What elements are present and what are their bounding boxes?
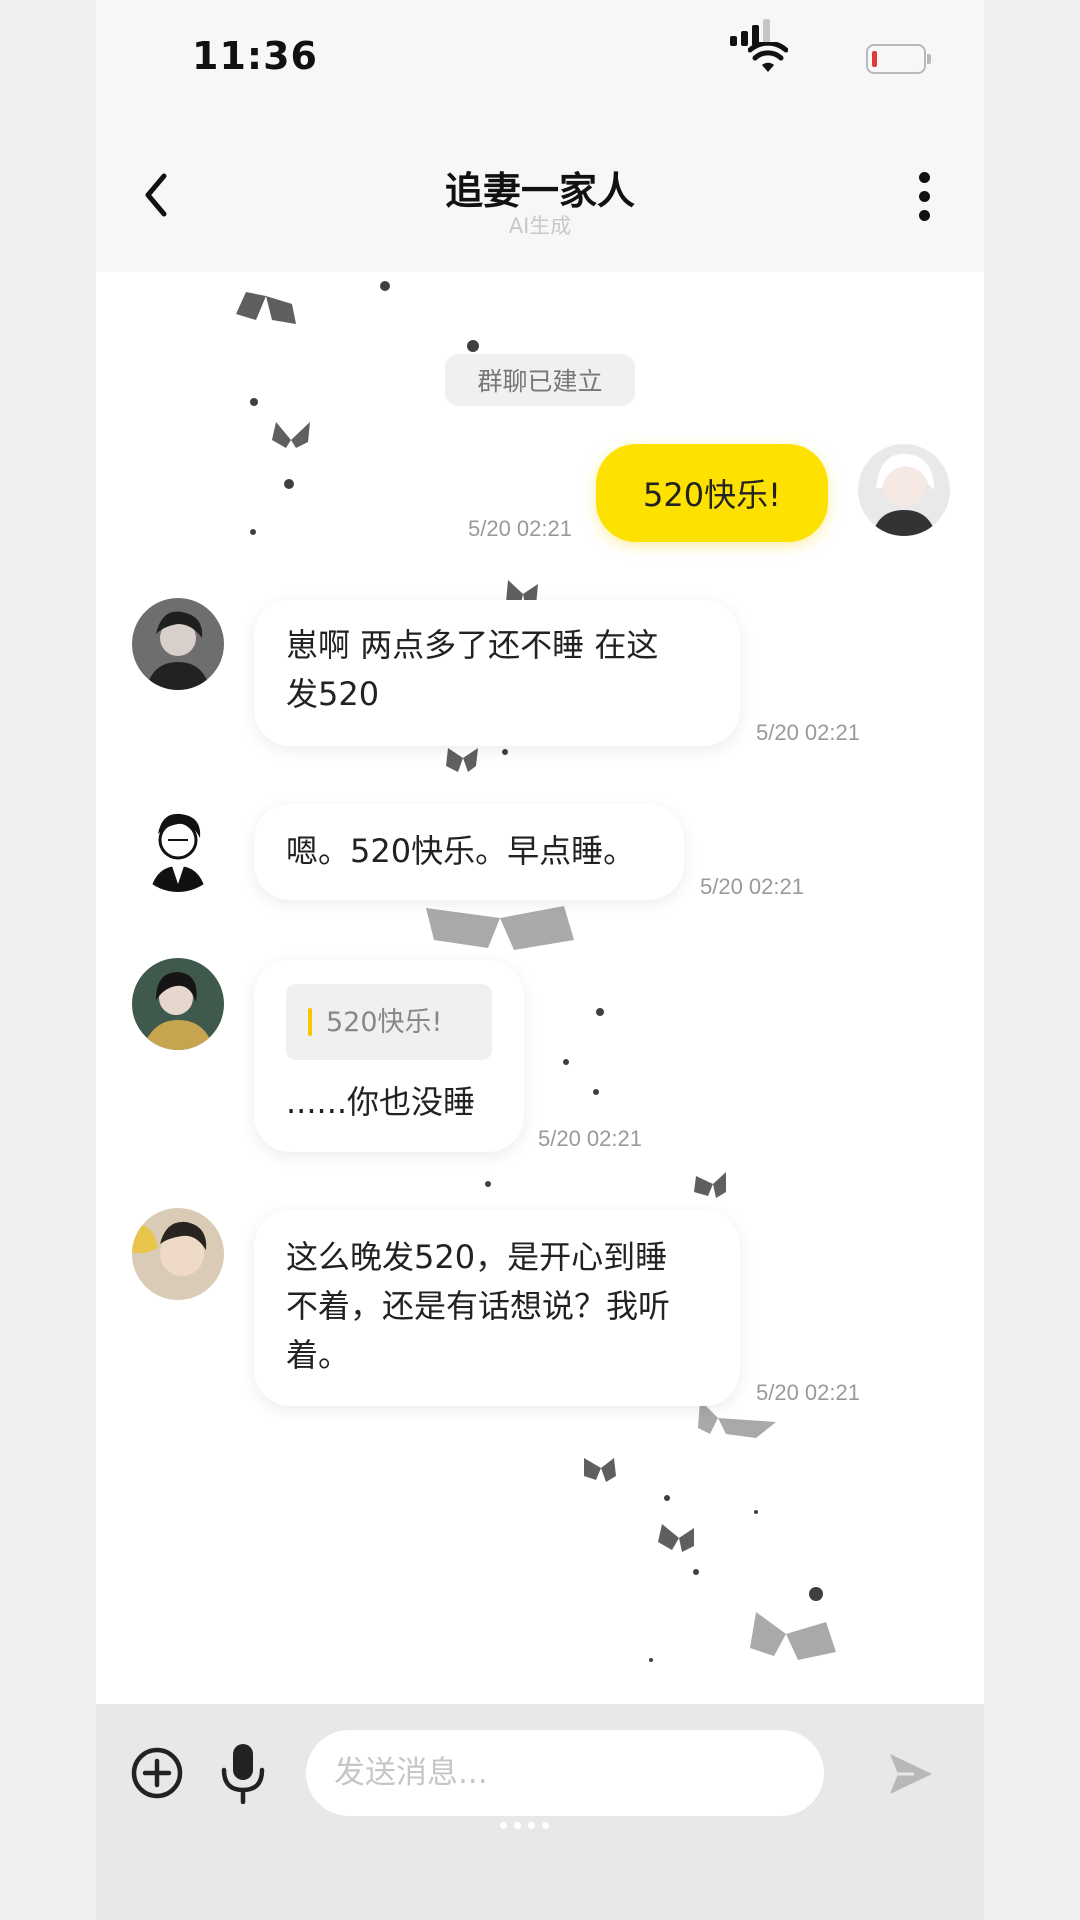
message-text: 嗯。520快乐。早点睡。 — [286, 832, 636, 870]
message-timestamp: 5/20 02:21 — [468, 516, 572, 541]
message-bubble[interactable]: 520快乐! ......你也没睡 — [254, 960, 524, 1152]
message-timestamp: 5/20 02:21 — [700, 874, 804, 899]
chat-subtitle: AI生成 — [508, 214, 572, 238]
status-time: 11:36 — [192, 34, 318, 78]
avatar[interactable] — [132, 598, 224, 690]
system-notice: 群聊已建立 — [445, 354, 635, 406]
message-timestamp: 5/20 02:21 — [756, 1380, 860, 1405]
mic-icon[interactable] — [218, 1742, 268, 1804]
chat-area[interactable]: 群聊已建立 520快乐! 5/20 02:21 崽啊 两点多了还不睡 在这 发5… — [96, 272, 984, 1704]
chat-title: 追妻一家人 — [444, 169, 635, 213]
message-text: 520快乐! — [643, 476, 781, 514]
home-indicator — [500, 1814, 556, 1833]
more-icon[interactable] — [912, 172, 936, 222]
message-text-line: 崽啊 两点多了还不睡 在这 — [286, 626, 659, 664]
message-bubble[interactable]: 嗯。520快乐。早点睡。 — [254, 804, 684, 900]
message-text-line: 着。 — [286, 1336, 351, 1374]
avatar[interactable] — [858, 444, 950, 536]
quoted-text: 520快乐! — [326, 1006, 443, 1038]
message-bubble[interactable]: 崽啊 两点多了还不睡 在这 发520 — [254, 600, 740, 746]
message-text-line: 发520 — [286, 675, 380, 713]
avatar[interactable] — [132, 958, 224, 1050]
message-input[interactable] — [306, 1730, 824, 1816]
battery-icon — [866, 44, 931, 74]
avatar[interactable] — [132, 800, 224, 892]
message-text-line: 这么晚发520，是开心到睡 — [286, 1238, 668, 1276]
add-icon[interactable] — [130, 1746, 184, 1800]
message-bubble-self[interactable]: 520快乐! — [596, 444, 828, 542]
message-bubble[interactable]: 这么晚发520，是开心到睡 不着，还是有话想说？我听 着。 — [254, 1210, 740, 1406]
avatar[interactable] — [132, 1208, 224, 1300]
send-icon[interactable] — [886, 1750, 934, 1798]
message-timestamp: 5/20 02:21 — [756, 720, 860, 745]
wifi-icon — [748, 42, 788, 72]
butterfly-background — [236, 281, 836, 1662]
quote-marker — [308, 1008, 312, 1036]
message-text: ......你也没睡 — [286, 1083, 476, 1121]
message-timestamp: 5/20 02:21 — [538, 1126, 642, 1151]
input-bar — [96, 1704, 984, 1920]
top-bar: 11:36 追妻一家人 AI生成 — [96, 0, 984, 272]
phone-screen: 11:36 追妻一家人 AI生成 群聊已建立 520快乐! 5/20 02:21… — [96, 0, 984, 1920]
quoted-message[interactable]: 520快乐! — [286, 984, 492, 1060]
message-text-line: 不着，还是有话想说？我听 — [286, 1287, 671, 1325]
